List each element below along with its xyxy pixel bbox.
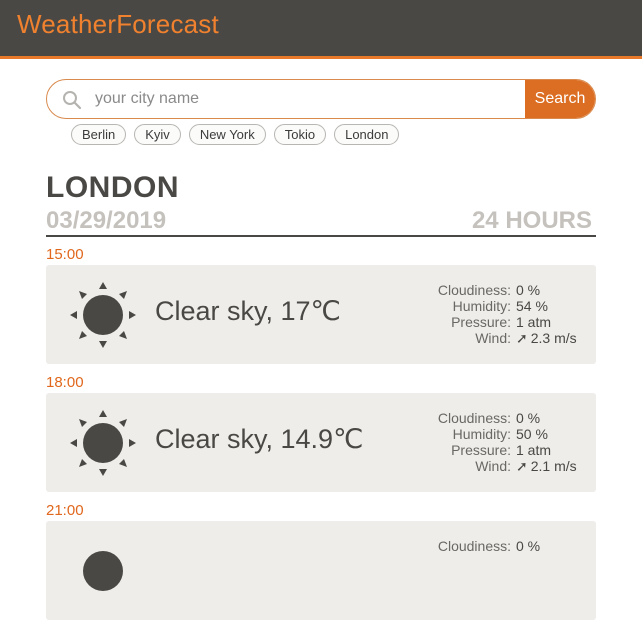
cloudiness-label: Cloudiness: — [437, 410, 511, 426]
humidity-value: 50 % — [516, 426, 548, 442]
date-header: 03/29/2019 24 HOURS — [46, 207, 596, 237]
weather-details: Cloudiness: 0 % Humidity: 50 % Pressure: 1 … — [431, 410, 579, 474]
forecast-slot: 21:00 Cloudiness: 0 % — [46, 501, 596, 629]
forecast-range: 24 HOURS — [471, 207, 592, 234]
weather-details: Cloudiness: 0 % Humidity: 54 % Pressure: 1 … — [431, 282, 579, 346]
weather-details: Cloudiness: 0 % — [431, 538, 579, 554]
forecast-slot: 18:00 Clear sky, 14.9℃ Cloudiness: 0 % Hu… — [46, 373, 596, 501]
city-search-input[interactable] — [95, 80, 565, 118]
sun-icon — [83, 551, 123, 591]
cloudiness-value: 0 % — [516, 282, 541, 298]
pressure-value: 1 atm — [516, 442, 552, 458]
pressure-label: Pressure: — [451, 442, 511, 458]
cloudiness-label: Cloudiness: — [437, 282, 511, 298]
search-bar: Search — [46, 79, 596, 119]
forecast-time: 15:00 — [46, 246, 84, 263]
app-title[interactable]: WeatherForecast — [17, 9, 219, 40]
wind-direction-icon: ➚ — [516, 330, 528, 346]
top-bar: WeatherForecast — [0, 0, 642, 59]
wind-label: Wind: — [475, 330, 511, 346]
forecast-time: 18:00 — [46, 374, 84, 391]
search-icon — [63, 91, 82, 110]
city-chip-berlin[interactable]: Berlin — [71, 124, 127, 145]
city-title: LONDON — [46, 171, 179, 204]
city-chip-london[interactable]: London — [334, 124, 400, 145]
forecast-list: 15:00 Clear sky, 17℃ Cloudiness: 0 % Humi… — [46, 245, 596, 629]
forecast-card: Clear sky, 14.9℃ Cloudiness: 0 % Humidity… — [46, 393, 596, 492]
forecast-card: Clear sky, 17℃ Cloudiness: 0 % Humidity: 5… — [46, 265, 596, 364]
forecast-date: 03/29/2019 — [46, 207, 167, 234]
city-chip-kyiv[interactable]: Kyiv — [134, 124, 181, 145]
condition-text: Clear sky, 17℃ — [155, 296, 341, 326]
sun-icon — [70, 282, 136, 348]
city-chip-new-york[interactable]: New York — [188, 124, 266, 145]
humidity-label: Humidity: — [452, 298, 511, 314]
forecast-card: Cloudiness: 0 % — [46, 521, 596, 620]
search-button[interactable]: Search — [525, 80, 595, 118]
cloudiness-value: 0 % — [516, 410, 541, 426]
cloudiness-value: 0 % — [516, 538, 541, 554]
wind-value: 2.1 m/s — [530, 458, 577, 474]
forecast-time: 21:00 — [46, 502, 84, 519]
forecast-slot: 15:00 Clear sky, 17℃ Cloudiness: 0 % Humi… — [46, 245, 596, 373]
pressure-value: 1 atm — [516, 314, 552, 330]
humidity-label: Humidity: — [452, 426, 511, 442]
city-chip-tokio[interactable]: Tokio — [273, 124, 327, 145]
quick-city-list: Berlin Kyiv New York Tokio London — [71, 124, 400, 145]
pressure-label: Pressure: — [451, 314, 511, 330]
humidity-value: 54 % — [516, 298, 548, 314]
sun-icon — [70, 410, 136, 476]
wind-value: 2.3 m/s — [530, 330, 577, 346]
cloudiness-label: Cloudiness: — [437, 538, 511, 554]
wind-label: Wind: — [475, 458, 511, 474]
wind-direction-icon: ➚ — [516, 458, 528, 474]
condition-text: Clear sky, 14.9℃ — [155, 424, 364, 454]
